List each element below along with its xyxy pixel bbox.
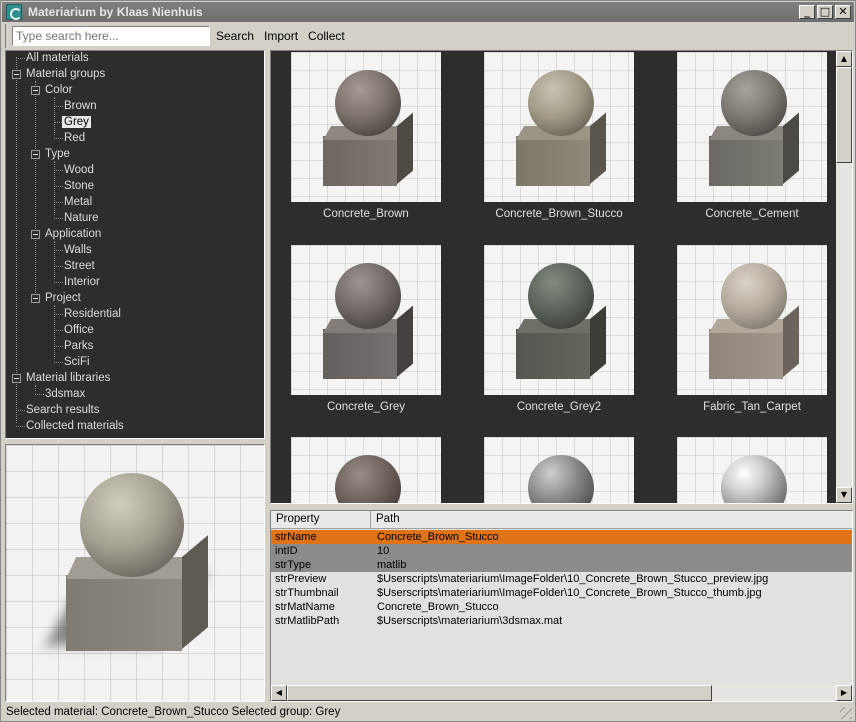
collapse-toggle-icon[interactable] — [31, 294, 40, 303]
maximize-button[interactable]: □ — [817, 5, 833, 19]
tree-item-type[interactable]: Type — [45, 146, 70, 162]
window-title: Materiarium by Klaas Nienhuis — [28, 5, 203, 19]
tree-item-scifi[interactable]: SciFi — [64, 354, 90, 370]
tree-item-walls[interactable]: Walls — [64, 242, 92, 258]
collapse-toggle-icon[interactable] — [31, 150, 40, 159]
toolbar: Search Import Collect — [5, 24, 351, 48]
tree-item-all-materials[interactable]: All materials — [26, 51, 89, 66]
thumbnail-label: Fabric_Tan_Carpet — [703, 401, 801, 413]
search-button[interactable]: Search — [212, 29, 258, 43]
thumbnail-image — [291, 52, 441, 202]
resize-grip-icon[interactable] — [840, 707, 852, 719]
table-row[interactable]: strPreview $Userscripts\materiarium\Imag… — [271, 572, 852, 586]
scroll-down-icon[interactable]: ▼ — [836, 487, 852, 503]
table-row[interactable]: strThumbnail $Userscripts\materiarium\Im… — [271, 586, 852, 600]
tree-item-color[interactable]: Color — [45, 82, 72, 98]
tree-item-red[interactable]: Red — [64, 130, 85, 146]
tree-item-search-results[interactable]: Search results — [26, 402, 100, 418]
tree-item-brown[interactable]: Brown — [64, 98, 97, 114]
thumbnail-image — [291, 437, 441, 503]
thumbnail-image — [677, 437, 827, 503]
search-input[interactable] — [12, 26, 210, 46]
scroll-up-icon[interactable]: ▲ — [836, 51, 852, 67]
thumbnail-label: Concrete_Grey2 — [516, 401, 602, 413]
tree-item-interior[interactable]: Interior — [64, 274, 100, 290]
properties-header: Property Path — [271, 511, 852, 529]
tree-item-application[interactable]: Application — [45, 226, 101, 242]
scrollbar-thumb[interactable] — [287, 685, 712, 701]
material-thumbnail[interactable]: Concrete_Cement — [677, 52, 827, 220]
table-row[interactable]: strMatlibPath $Userscripts\materiarium\3… — [271, 614, 852, 628]
scrollbar-thumb[interactable] — [836, 67, 852, 163]
thumbnail-image — [484, 52, 634, 202]
thumbnail-image — [677, 52, 827, 202]
thumbnail-label: Concrete_Cement — [705, 208, 799, 220]
app-logo-icon — [6, 4, 22, 20]
material-thumbnail[interactable]: Concrete_Grey2 — [484, 245, 634, 413]
table-horizontal-scrollbar[interactable]: ◀ ▶ — [271, 685, 852, 701]
column-header-path[interactable]: Path — [371, 511, 852, 528]
status-bar: Selected material: Concrete_Brown_Stucco… — [2, 703, 854, 721]
status-text: Selected material: Concrete_Brown_Stucco… — [6, 706, 341, 718]
minimize-button[interactable]: _ — [799, 5, 815, 19]
material-preview — [5, 444, 265, 702]
tree-item-street[interactable]: Street — [64, 258, 95, 274]
thumbnail-label: Concrete_Brown_Stucco — [495, 208, 623, 220]
tree-item-material-groups[interactable]: Material groups — [26, 66, 105, 82]
material-thumbnail[interactable]: Concrete_Brown — [291, 52, 441, 220]
thumbnail-label: Concrete_Brown — [323, 208, 409, 220]
material-thumbnail[interactable]: Concrete_Brown_Stucco — [484, 52, 634, 220]
tree-item-collected-materials[interactable]: Collected materials — [26, 418, 124, 434]
collapse-toggle-icon[interactable] — [31, 86, 40, 95]
column-header-property[interactable]: Property — [271, 511, 371, 528]
material-grid[interactable]: Concrete_Brown Concrete_Brown_Stucco Con… — [270, 50, 853, 504]
thumbnail-image — [677, 245, 827, 395]
tree-item-wood[interactable]: Wood — [64, 162, 94, 178]
tree-item-metal[interactable]: Metal — [64, 194, 92, 210]
collapse-toggle-icon[interactable] — [12, 70, 21, 79]
collapse-toggle-icon[interactable] — [12, 374, 21, 383]
table-row[interactable]: strType matlib — [271, 558, 852, 572]
properties-table[interactable]: Property Path strName Concrete_Brown_Stu… — [270, 510, 853, 702]
close-button[interactable]: ✕ — [835, 5, 851, 19]
thumbnail-image — [484, 437, 634, 503]
scroll-left-icon[interactable]: ◀ — [271, 685, 287, 701]
tree-item-material-libraries[interactable]: Material libraries — [26, 370, 110, 386]
import-button[interactable]: Import — [260, 29, 302, 43]
tree-item-parks[interactable]: Parks — [64, 338, 93, 354]
grid-vertical-scrollbar[interactable]: ▲ ▼ — [836, 51, 852, 503]
collect-button[interactable]: Collect — [304, 29, 349, 43]
thumbnail-image — [291, 245, 441, 395]
tree-item-office[interactable]: Office — [64, 322, 94, 338]
tree-item-stone[interactable]: Stone — [64, 178, 94, 194]
thumbnail-image — [484, 245, 634, 395]
thumbnail-label: Concrete_Grey — [327, 401, 405, 413]
table-row[interactable]: strMatName Concrete_Brown_Stucco — [271, 600, 852, 614]
scroll-right-icon[interactable]: ▶ — [836, 685, 852, 701]
tree-item-grey[interactable]: Grey — [62, 114, 91, 130]
table-row[interactable]: strName Concrete_Brown_Stucco — [271, 530, 852, 544]
material-tree[interactable]: All materials Material groups Color Brow… — [5, 50, 265, 439]
material-thumbnail[interactable] — [484, 437, 634, 503]
tree-item-3dsmax[interactable]: 3dsmax — [45, 386, 85, 402]
collapse-toggle-icon[interactable] — [31, 230, 40, 239]
material-thumbnail[interactable]: Fabric_Tan_Carpet — [677, 245, 827, 413]
table-row[interactable]: intID 10 — [271, 544, 852, 558]
material-thumbnail[interactable]: Concrete_Grey — [291, 245, 441, 413]
title-bar[interactable]: Materiarium by Klaas Nienhuis _ □ ✕ — [2, 2, 854, 22]
material-thumbnail[interactable] — [291, 437, 441, 503]
app-window: Materiarium by Klaas Nienhuis _ □ ✕ Sear… — [0, 0, 856, 722]
tree-item-residential[interactable]: Residential — [64, 306, 121, 322]
tree-item-project[interactable]: Project — [45, 290, 81, 306]
tree-item-nature[interactable]: Nature — [64, 210, 99, 226]
material-thumbnail[interactable] — [677, 437, 827, 503]
